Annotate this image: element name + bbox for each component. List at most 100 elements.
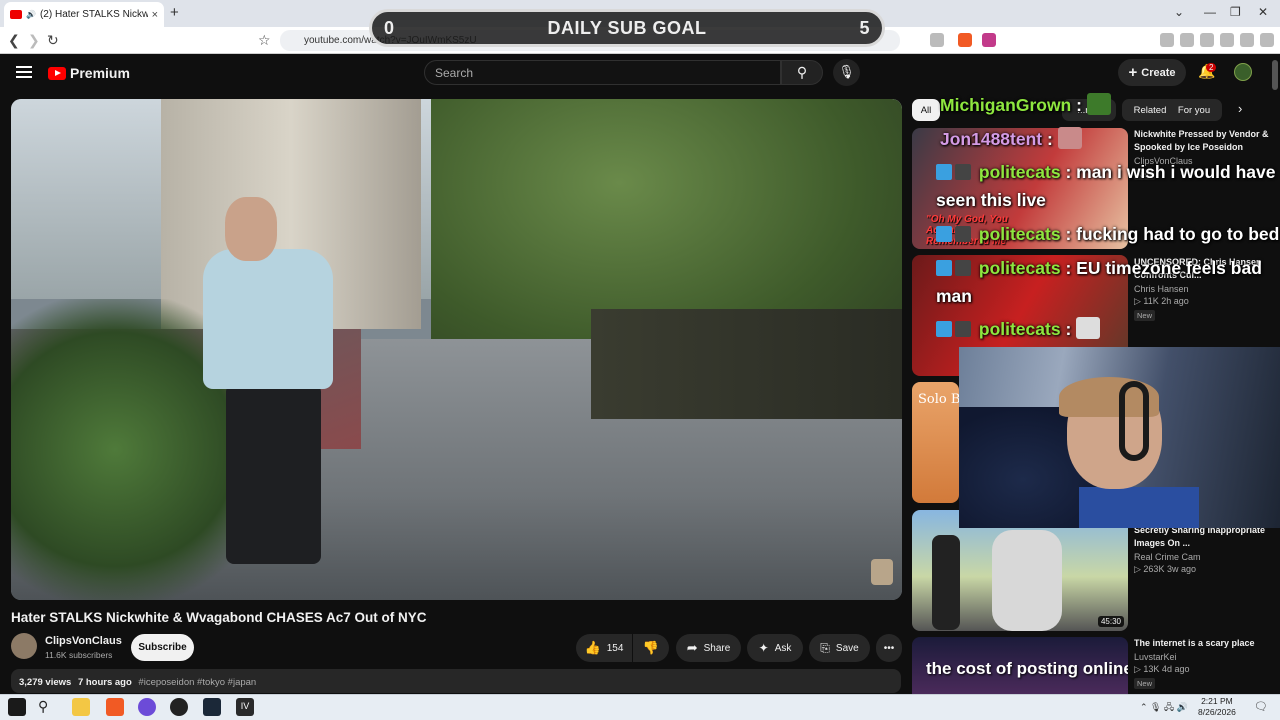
dislike-button[interactable]: 👎 [633, 634, 669, 662]
file-explorer-icon[interactable] [72, 698, 90, 716]
clock-date: 8/26/2026 [1198, 707, 1236, 717]
obs-icon[interactable] [170, 698, 188, 716]
channel-watermark[interactable] [871, 559, 893, 585]
create-label: Create [1141, 66, 1176, 79]
reload-icon[interactable]: ↻ [47, 32, 59, 49]
upload-age: 7 hours ago [77, 677, 132, 688]
windows-taskbar [0, 694, 1280, 720]
hashtags[interactable]: #iceposeidon #tokyo #japan [138, 677, 256, 688]
like-count: 154 [606, 642, 624, 654]
vpn-icon[interactable] [1240, 33, 1254, 47]
leo-icon[interactable] [1220, 33, 1234, 47]
emote-icon [1086, 93, 1111, 115]
back-icon[interactable]: ❮ [8, 32, 20, 49]
notification-center-icon[interactable]: 🗨 [1254, 700, 1268, 713]
chat-message: EU timezone feels bad [1076, 258, 1262, 278]
youtube-premium-logo[interactable]: Premium [48, 65, 130, 81]
plus-icon: + [1128, 64, 1138, 81]
chat-badge-icon [936, 164, 952, 180]
share-button[interactable]: ➦ Share [676, 634, 741, 662]
subscriber-count: 11.6K subscribers [45, 650, 113, 660]
app-iv-icon[interactable]: IV [236, 698, 254, 716]
rec-meta-5[interactable]: The internet is a scary place LuvstarKei… [1134, 637, 1274, 689]
youtube-logo-icon [48, 66, 66, 80]
thumbnail-figure [992, 530, 1062, 631]
brave-browser-icon[interactable] [106, 698, 124, 716]
cast-icon[interactable] [930, 33, 944, 47]
chat-line: politecats : fucking had to go to bed [936, 220, 1279, 248]
chip-all[interactable]: All [912, 99, 940, 121]
save-label: Save [835, 642, 859, 654]
chevron-right-icon[interactable]: › [1238, 101, 1242, 116]
rec-channel: Chris Hansen [1134, 284, 1189, 294]
chat-badge-icon [955, 321, 971, 337]
video-player[interactable] [11, 99, 902, 600]
hamburger-menu-icon[interactable] [16, 66, 32, 78]
create-button[interactable]: + Create [1118, 59, 1186, 86]
search-taskbar-icon[interactable]: ⚲ [38, 698, 56, 716]
more-actions-button[interactable]: ••• [876, 634, 902, 662]
chat-line: Jon1488tent : [940, 125, 1082, 153]
save-playlist-icon: ⎘ [820, 640, 830, 655]
save-button[interactable]: ⎘ Save [809, 634, 870, 662]
chip-for-you[interactable]: For you [1166, 99, 1222, 121]
goal-title: DAILY SUB GOAL [547, 17, 707, 38]
rec-title: The internet is a scary place [1134, 638, 1255, 648]
sidebar-icon[interactable] [1180, 33, 1194, 47]
thumbnail-figure [932, 535, 960, 630]
menu-icon[interactable] [1260, 33, 1274, 47]
headset-icon [1119, 381, 1149, 461]
search-input[interactable]: Search [424, 60, 781, 85]
chat-username: politecats [978, 319, 1061, 339]
discord-icon[interactable] [138, 698, 156, 716]
sparkle-icon: ✦ [758, 641, 769, 655]
chat-badge-icon [955, 260, 971, 276]
channel-avatar[interactable] [11, 633, 37, 659]
ask-button[interactable]: ✦ Ask [747, 634, 803, 662]
logo-text: Premium [70, 65, 130, 81]
restore-icon[interactable]: ❐ [1230, 5, 1241, 19]
tab-close-icon[interactable]: × [152, 9, 158, 21]
new-tab-button[interactable]: + [170, 4, 179, 21]
rec-thumbnail-4[interactable]: 45:30 [912, 510, 1128, 631]
description-box[interactable]: 3,279 views 7 hours ago #iceposeidon #to… [11, 669, 901, 693]
system-clock[interactable]: 2:21 PM 8/26/2026 [1198, 696, 1236, 718]
browser-tab[interactable]: 🔊 (2) Hater STALKS Nickwhite & ... × [4, 2, 164, 27]
rec-channel: Real Crime Cam [1134, 552, 1201, 562]
steam-icon[interactable] [203, 698, 221, 716]
channel-name[interactable]: ClipsVonClaus [45, 635, 122, 647]
subscribe-button[interactable]: Subscribe [131, 634, 194, 661]
rec-title: Nickwhite Pressed by Vendor & Spooked by… [1134, 129, 1269, 152]
chat-username: MichiganGrown [940, 95, 1072, 115]
bookmark-icon[interactable]: ☆ [258, 32, 271, 49]
new-badge: New [1134, 678, 1156, 689]
chat-line: politecats : EU timezone feels bad [936, 254, 1262, 282]
close-window-icon[interactable]: ✕ [1258, 5, 1268, 19]
start-icon[interactable] [8, 698, 26, 716]
like-button[interactable]: 👍 154 [576, 634, 632, 662]
video-frame-person-head [225, 197, 277, 261]
chat-line: politecats : man i wish i would have [936, 158, 1276, 186]
chat-line: MichiganGrown : [940, 91, 1111, 119]
minimize-icon[interactable]: — [1204, 5, 1216, 19]
more-icon: ••• [883, 642, 895, 654]
streamer-webcam [959, 347, 1280, 528]
rec-thumbnail-3[interactable]: Solo B [912, 382, 959, 503]
voice-search-button[interactable]: 🎙 [833, 59, 860, 86]
rewards-icon[interactable] [982, 33, 996, 47]
wallet-icon[interactable] [1200, 33, 1214, 47]
rec-meta-4[interactable]: Secretly Sharing Inappropriate Images On… [1134, 524, 1274, 575]
tray-icons[interactable]: ⌃ 🎙 🖧 🔊 [1140, 700, 1188, 716]
media-icon[interactable] [1160, 33, 1174, 47]
search-icon: ⚲ [796, 64, 808, 80]
tab-search-icon[interactable]: ⌄ [1174, 5, 1184, 19]
account-avatar[interactable] [1234, 63, 1252, 81]
webcam-shirt [1079, 487, 1199, 528]
chat-message: man [936, 286, 972, 306]
brave-shield-icon[interactable] [958, 33, 972, 47]
rec-thumbnail-5[interactable]: the cost of posting online. [912, 637, 1128, 694]
audio-icon: 🔊 [26, 10, 36, 19]
search-button[interactable]: ⚲ [781, 60, 823, 85]
forward-icon[interactable]: ❯ [28, 32, 40, 49]
page-scrollbar[interactable] [1272, 60, 1278, 90]
